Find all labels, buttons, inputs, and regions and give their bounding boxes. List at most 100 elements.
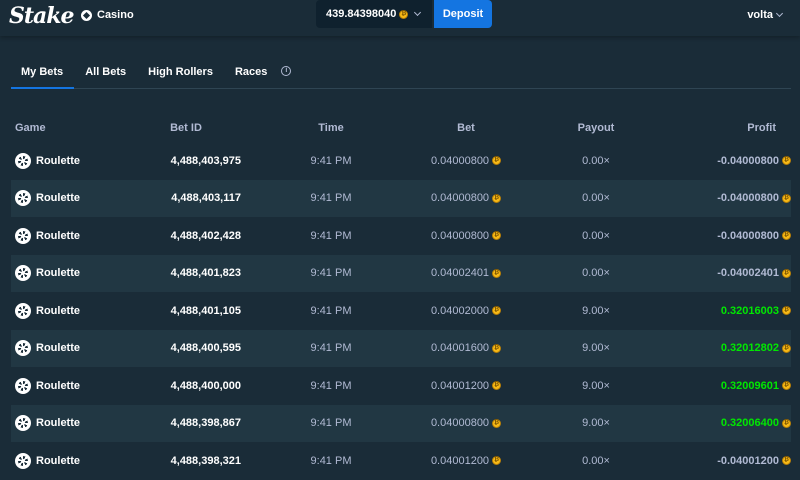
bet-amount: 0.04000800 [430, 417, 490, 430]
roulette-wheel-icon [15, 377, 31, 394]
bet-time: 9:41 PM [310, 154, 352, 167]
payout-multiplier: 9.00× [582, 417, 610, 430]
table-row[interactable]: Roulette 4,488,401,823 9:41 PM 0.04002401 ₿ 0… [11, 254, 791, 293]
wallet-balance-selector[interactable]: 439.84398040 ₿ [316, 0, 432, 28]
payout-multiplier: 0.00× [582, 229, 610, 242]
bet-amount-cell: 0.04002401 ₿ [411, 255, 521, 293]
roulette-wheel-icon [15, 152, 31, 169]
game-cell[interactable]: Roulette [15, 142, 80, 180]
table-row[interactable]: Roulette 4,488,403,117 9:41 PM 0.04000800 ₿ 0… [11, 179, 791, 218]
bet-amount-cell: 0.04001600 ₿ [411, 330, 521, 368]
chevron-down-icon [775, 9, 784, 18]
table-row[interactable]: Roulette 4,488,402,428 9:41 PM 0.04000800 ₿ 0… [11, 217, 791, 255]
bet-id[interactable]: 4,488,402,428 [131, 217, 241, 255]
tab-races[interactable]: Races [224, 58, 278, 89]
bet-id[interactable]: 4,488,398,867 [131, 405, 241, 443]
bitcoin-coin-icon: ₿ [782, 156, 791, 166]
deposit-button[interactable]: Deposit [434, 0, 492, 28]
bitcoin-coin-icon: ₿ [492, 343, 502, 353]
stake-logo[interactable]: Stake [9, 3, 75, 29]
bitcoin-coin-icon: ₿ [782, 456, 791, 466]
bitcoin-coin-icon: ₿ [782, 268, 791, 278]
table-row[interactable]: Roulette 4,488,403,975 9:41 PM 0.04000800 ₿ 0… [11, 142, 791, 180]
tab-high-rollers[interactable]: High Rollers [137, 58, 224, 89]
roulette-wheel-icon [15, 302, 31, 319]
bet-amount-cell: 0.04000800 ₿ [411, 142, 521, 180]
bitcoin-coin-icon: ₿ [782, 231, 791, 241]
user-menu[interactable]: volta [747, 9, 784, 21]
bet-id[interactable]: 4,488,401,823 [131, 255, 241, 293]
bet-time: 9:41 PM [310, 454, 352, 467]
bet-time: 9:41 PM [310, 304, 352, 317]
bitcoin-coin-icon: ₿ [782, 381, 791, 391]
profit-cell: 0.32006400 ₿ [721, 405, 791, 443]
column-header-time: Time [318, 122, 344, 134]
bitcoin-coin-icon: ₿ [492, 418, 502, 428]
bet-id[interactable]: 4,488,398,321 [131, 442, 241, 480]
table-row[interactable]: Roulette 4,488,398,321 9:41 PM 0.04001200 ₿ 0… [11, 442, 791, 480]
bitcoin-coin-icon: ₿ [492, 268, 502, 278]
game-cell[interactable]: Roulette [15, 442, 80, 480]
balance-amount: 439.84398040 [326, 8, 397, 20]
profit-cell: 0.32009601 ₿ [721, 367, 791, 405]
game-cell[interactable]: Roulette [15, 180, 80, 218]
payout-multiplier: 0.00× [582, 192, 610, 205]
profit-amount: -0.04000800 [717, 154, 779, 167]
bitcoin-coin-icon: ₿ [782, 193, 791, 203]
profit-amount: 0.32009601 [720, 379, 779, 392]
roulette-wheel-icon [15, 415, 31, 432]
game-cell[interactable]: Roulette [15, 367, 80, 405]
bet-amount-cell: 0.04001200 ₿ [411, 442, 521, 480]
bet-id[interactable]: 4,488,403,975 [131, 142, 241, 180]
roulette-wheel-icon [15, 227, 31, 244]
info-icon[interactable]: i [281, 66, 292, 76]
game-name: Roulette [36, 342, 80, 355]
bet-time: 9:41 PM [310, 192, 352, 205]
bitcoin-coin-icon: ₿ [782, 343, 791, 353]
bet-time: 9:41 PM [310, 417, 352, 430]
table-header: Game Bet ID Time Bet Payout Profit [11, 114, 791, 142]
bet-id[interactable]: 4,488,403,117 [131, 180, 241, 218]
game-cell[interactable]: Roulette [15, 330, 80, 368]
bet-id[interactable]: 4,488,400,595 [131, 330, 241, 368]
game-name: Roulette [36, 229, 80, 242]
bet-amount-cell: 0.04000800 ₿ [411, 405, 521, 443]
game-cell[interactable]: Roulette [15, 217, 80, 255]
table-row[interactable]: Roulette 4,488,398,867 9:41 PM 0.04000800 ₿ 9… [11, 404, 791, 443]
payout-multiplier: 9.00× [582, 304, 610, 317]
bet-amount-cell: 0.04000800 ₿ [411, 180, 521, 218]
game-cell[interactable]: Roulette [15, 405, 80, 443]
payout-multiplier: 9.00× [582, 379, 610, 392]
bitcoin-coin-icon: ₿ [492, 156, 502, 166]
bet-amount-cell: 0.04002000 ₿ [411, 292, 521, 330]
bitcoin-coin-icon: ₿ [492, 456, 502, 466]
bet-id[interactable]: 4,488,400,000 [131, 367, 241, 405]
game-name: Roulette [36, 454, 80, 467]
bitcoin-coin-icon: ₿ [399, 9, 409, 19]
bet-amount: 0.04000800 [430, 229, 490, 242]
table-body: Roulette 4,488,403,975 9:41 PM 0.04000800 ₿ 0… [11, 142, 791, 480]
payout-multiplier: 9.00× [582, 342, 610, 355]
bet-time: 9:41 PM [310, 229, 352, 242]
game-name: Roulette [36, 192, 80, 205]
profit-amount: 0.32006400 [720, 417, 779, 430]
table-row[interactable]: Roulette 4,488,401,105 9:41 PM 0.04002000 ₿ 9… [11, 292, 791, 330]
profit-cell: -0.04002401 ₿ [717, 255, 791, 293]
bitcoin-coin-icon: ₿ [782, 418, 791, 428]
table-row[interactable]: Roulette 4,488,400,595 9:41 PM 0.04001600 ₿ 9… [11, 329, 791, 368]
game-cell[interactable]: Roulette [15, 255, 80, 293]
table-row[interactable]: Roulette 4,488,400,000 9:41 PM 0.04001200 ₿ 9… [11, 367, 791, 405]
bet-id[interactable]: 4,488,401,105 [131, 292, 241, 330]
profit-cell: -0.04001200 ₿ [717, 442, 791, 480]
game-name: Roulette [36, 304, 80, 317]
game-cell[interactable]: Roulette [15, 292, 80, 330]
bet-time: 9:41 PM [310, 342, 352, 355]
tab-all-bets[interactable]: All Bets [74, 58, 137, 89]
game-name: Roulette [36, 267, 80, 280]
username: volta [747, 9, 773, 21]
tab-my-bets[interactable]: My Bets [11, 58, 75, 89]
casino-link[interactable]: Casino [81, 8, 134, 22]
bet-amount: 0.04000800 [430, 192, 490, 205]
bet-amount-cell: 0.04000800 ₿ [411, 217, 521, 255]
bets-tabs: My Bets All Bets High Rollers Races i [11, 58, 791, 89]
